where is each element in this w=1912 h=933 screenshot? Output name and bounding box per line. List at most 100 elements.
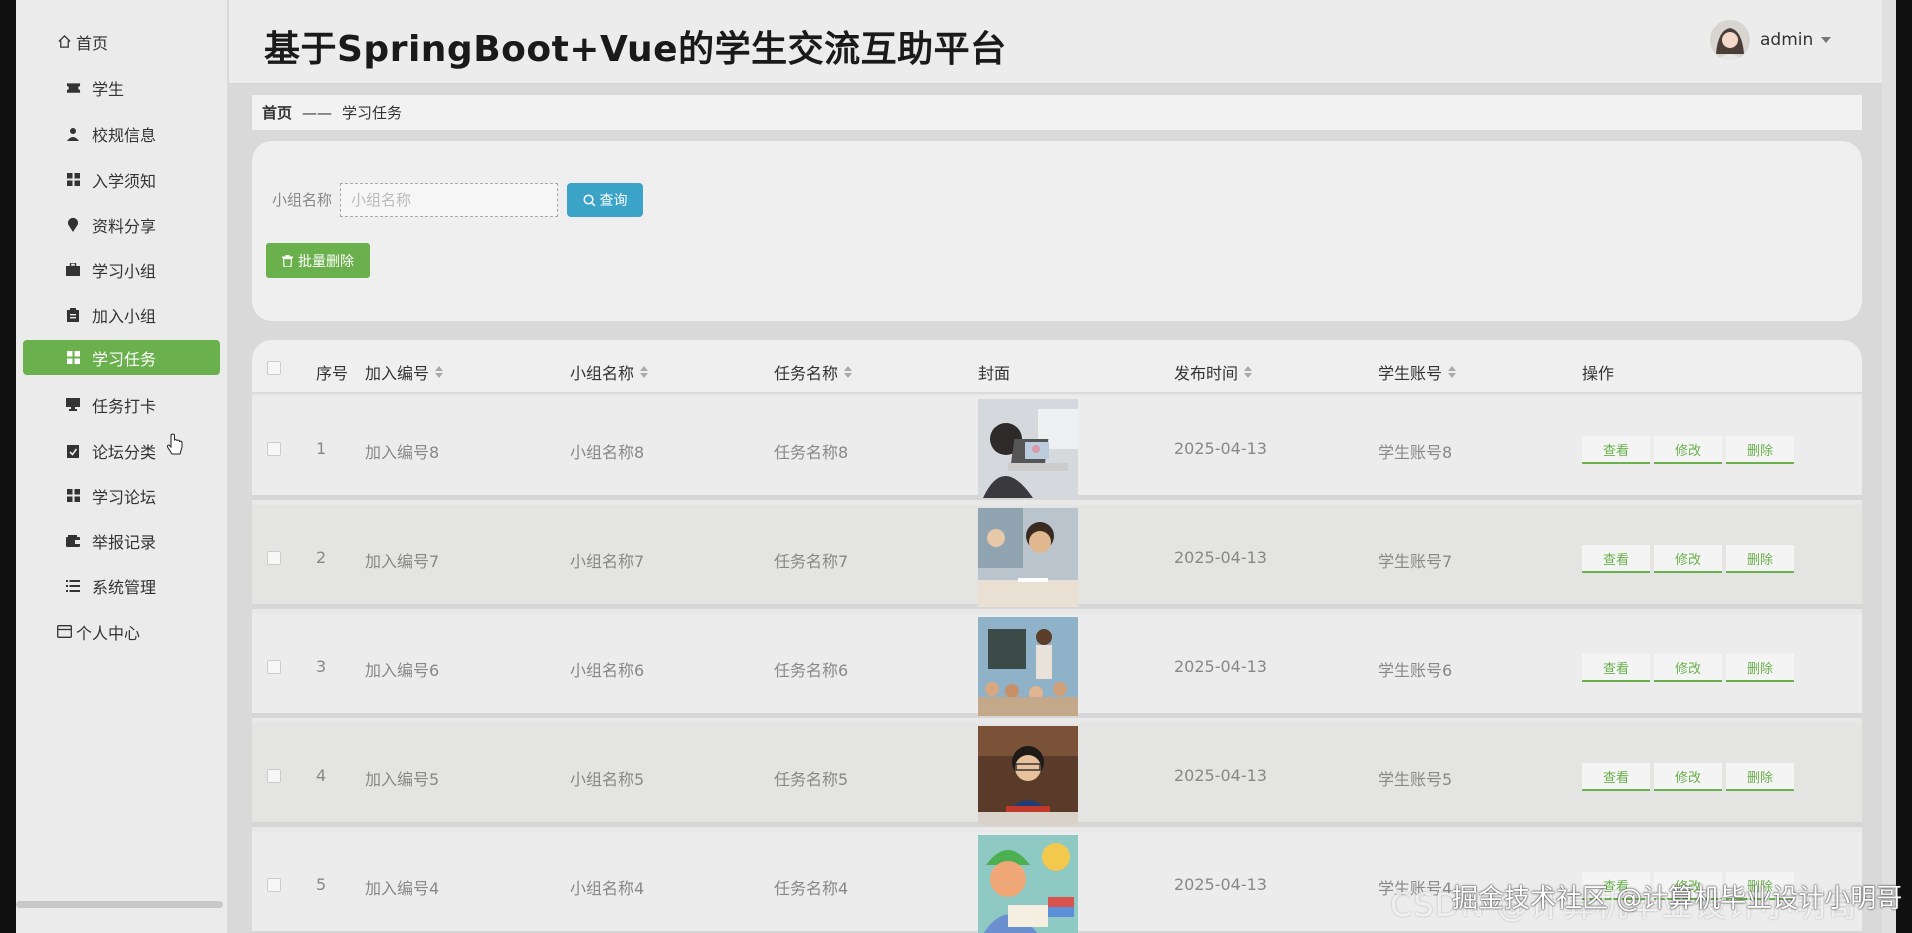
cell-group-name: 小组名称5	[570, 770, 645, 789]
list-icon	[64, 577, 82, 595]
sidebar-item-label: 学习小组	[92, 261, 157, 281]
sidebar-item-report-records[interactable]: 举报记录	[23, 523, 220, 558]
cell-task-name: 任务名称6	[774, 661, 849, 680]
sidebar-item-resource-sharing[interactable]: 资料分享	[23, 207, 220, 242]
user-menu[interactable]: admin	[1710, 20, 1832, 60]
cell-student-account: 学生账号8	[1378, 443, 1453, 462]
search-icon	[582, 193, 596, 207]
sort-icon[interactable]	[640, 366, 649, 378]
page-scrollbar[interactable]	[1882, 0, 1896, 933]
sidebar-item-study-group[interactable]: 学习小组	[23, 252, 220, 287]
sidebar-scrollbar[interactable]	[16, 901, 223, 908]
table-header: 序号 加入编号 小组名称 任务名称 封面 发布时间 学生账号 操作	[252, 340, 1862, 394]
view-button[interactable]: 查看	[1582, 654, 1650, 682]
sidebar-item-study-tasks[interactable]: 学习任务	[23, 340, 220, 375]
cell-publish-time: 2025-04-13	[1174, 766, 1267, 785]
trash-icon	[282, 254, 293, 267]
cell-index: 2	[316, 548, 327, 567]
wallet-icon	[64, 532, 82, 550]
cover-image	[978, 835, 1078, 933]
sidebar-item-home[interactable]: 首页	[23, 24, 220, 59]
sidebar-item-join-group[interactable]: 加入小组	[23, 297, 220, 332]
cover-image	[978, 399, 1078, 498]
sort-icon[interactable]	[1244, 366, 1253, 378]
delete-button[interactable]: 删除	[1726, 436, 1794, 464]
column-student-account[interactable]: 学生账号	[1378, 360, 1457, 384]
column-group-name[interactable]: 小组名称	[570, 360, 649, 384]
briefcase-icon	[64, 261, 82, 279]
edit-button[interactable]: 修改	[1654, 763, 1722, 791]
row-checkbox[interactable]	[267, 442, 281, 456]
row-checkbox[interactable]	[267, 551, 281, 565]
delete-button[interactable]: 删除	[1726, 763, 1794, 791]
location-pin-icon	[64, 216, 82, 234]
sort-icon[interactable]	[435, 366, 444, 378]
cell-group-name: 小组名称4	[570, 879, 645, 898]
search-button[interactable]: 查询	[567, 183, 643, 217]
cell-publish-time: 2025-04-13	[1174, 875, 1267, 894]
sidebar-item-study-forum[interactable]: 学习论坛	[23, 478, 220, 513]
window-frame-right	[1896, 0, 1912, 933]
cell-publish-time: 2025-04-13	[1174, 548, 1267, 567]
cover-image	[978, 508, 1078, 607]
cell-student-account: 学生账号7	[1378, 552, 1453, 571]
edit-button[interactable]: 修改	[1654, 545, 1722, 573]
column-join-no[interactable]: 加入编号	[365, 360, 444, 384]
sidebar-item-task-checkin[interactable]: 任务打卡	[23, 387, 220, 422]
edit-button[interactable]: 修改	[1654, 436, 1722, 464]
cell-join-no: 加入编号5	[365, 770, 440, 789]
delete-button[interactable]: 删除	[1726, 654, 1794, 682]
column-index: 序号	[316, 364, 349, 383]
sidebar-item-school-rules[interactable]: 校规信息	[23, 116, 220, 151]
breadcrumb-current: 学习任务	[342, 104, 403, 122]
view-button[interactable]: 查看	[1582, 763, 1650, 791]
column-publish-time[interactable]: 发布时间	[1174, 360, 1253, 384]
cell-task-name: 任务名称4	[774, 879, 849, 898]
cell-task-name: 任务名称8	[774, 443, 849, 462]
breadcrumb-home[interactable]: 首页	[262, 102, 292, 123]
cell-index: 3	[316, 657, 327, 676]
table-row: 4 加入编号5 小组名称5 任务名称5 2025-04-13 学生账号5 查看 …	[252, 723, 1862, 827]
row-checkbox[interactable]	[267, 878, 281, 892]
select-all-checkbox[interactable]	[267, 361, 281, 375]
grid-icon	[64, 487, 82, 505]
view-button[interactable]: 查看	[1582, 436, 1650, 464]
search-label: 小组名称	[272, 191, 333, 209]
column-cover: 封面	[978, 364, 1011, 383]
cell-index: 1	[316, 439, 327, 458]
view-button[interactable]: 查看	[1582, 545, 1650, 573]
breadcrumb: 首页 —— 学习任务	[252, 95, 1862, 130]
sidebar-item-students[interactable]: 学生	[23, 70, 220, 105]
edit-button[interactable]: 修改	[1654, 654, 1722, 682]
sidebar-item-personal-center[interactable]: 个人中心	[23, 614, 220, 649]
sidebar-item-system-management[interactable]: 系统管理	[23, 568, 220, 603]
sidebar-item-label: 学生	[92, 79, 125, 99]
table-row: 3 加入编号6 小组名称6 任务名称6 2025-04-13 学生账号6 查看 …	[252, 614, 1862, 718]
cell-group-name: 小组名称8	[570, 443, 645, 462]
batch-delete-button[interactable]: 批量删除	[266, 243, 370, 278]
cell-join-no: 加入编号7	[365, 552, 440, 571]
sidebar-item-label: 学习任务	[92, 349, 157, 369]
sidebar: 首页 学生 校规信息 入学须知 资料分享 学习小组 加入小组 学习任务 任务打卡…	[16, 0, 228, 933]
row-checkbox[interactable]	[267, 769, 281, 783]
task-table: 序号 加入编号 小组名称 任务名称 封面 发布时间 学生账号 操作 1 加入编号…	[252, 340, 1862, 933]
cell-group-name: 小组名称6	[570, 661, 645, 680]
juejin-watermark: 掘金技术社区 @计算机毕业设计小明哥	[1452, 884, 1903, 914]
table-row: 1 加入编号8 小组名称8 任务名称8 2025-04-13 学生账号8 查看 …	[252, 396, 1862, 500]
column-task-name[interactable]: 任务名称	[774, 360, 853, 384]
batch-delete-label: 批量删除	[298, 253, 354, 270]
sidebar-item-admission-notice[interactable]: 入学须知	[23, 162, 220, 197]
app-title: 基于SpringBoot+Vue的学生交流互助平台	[264, 29, 1007, 70]
cell-join-no: 加入编号4	[365, 879, 440, 898]
sidebar-item-forum-category[interactable]: 论坛分类	[23, 433, 220, 468]
sort-icon[interactable]	[844, 366, 853, 378]
sort-icon[interactable]	[1448, 366, 1457, 378]
delete-button[interactable]: 删除	[1726, 545, 1794, 573]
group-name-search-input[interactable]: 小组名称	[340, 183, 558, 217]
username: admin	[1760, 30, 1814, 50]
row-checkbox[interactable]	[267, 660, 281, 674]
sidebar-item-label: 任务打卡	[92, 396, 157, 416]
avatar	[1710, 20, 1750, 60]
breadcrumb-separator: ——	[302, 103, 333, 122]
sidebar-item-label: 系统管理	[92, 577, 157, 597]
